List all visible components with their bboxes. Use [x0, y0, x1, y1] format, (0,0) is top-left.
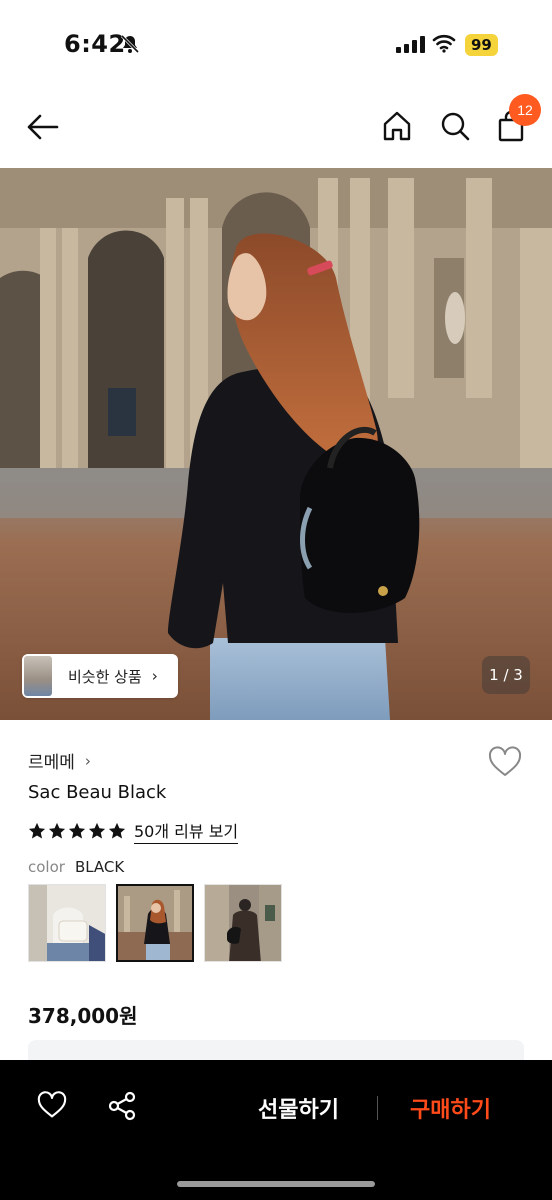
thumbnail-3[interactable] — [204, 884, 282, 962]
image-page-counter: 1 / 3 — [482, 656, 530, 694]
status-time: 6:42 — [64, 30, 126, 58]
view-reviews-link[interactable]: 50개 리뷰 보기 — [134, 818, 239, 844]
similar-products-button[interactable]: 비슷한 상품 › — [22, 654, 178, 698]
cellular-signal-icon — [396, 36, 425, 53]
chevron-right-icon: › — [84, 751, 91, 770]
heart-icon[interactable] — [37, 1091, 67, 1123]
chevron-right-icon: › — [151, 667, 158, 685]
star-icon — [48, 822, 66, 839]
wifi-icon — [432, 33, 456, 57]
color-label: color — [28, 858, 65, 876]
share-icon[interactable] — [108, 1091, 136, 1125]
product-hero-image[interactable] — [0, 168, 552, 720]
brand-name: 르메메 — [28, 753, 75, 773]
home-indicator[interactable] — [177, 1181, 375, 1187]
thumbnail-2-selected[interactable] — [116, 884, 194, 962]
star-icon — [88, 822, 106, 839]
heart-icon[interactable] — [488, 746, 522, 782]
product-page: 6:42 99 12 비슷한 상품 › 1 / 3 르메메 › Sac Beau… — [0, 0, 552, 1200]
bottom-action-bar: 선물하기 구매하기 — [0, 1060, 552, 1200]
gift-button[interactable]: 선물하기 — [258, 1092, 339, 1124]
thumbnail-1[interactable] — [28, 884, 106, 962]
image-thumbnails — [28, 884, 282, 962]
product-price: 378,000원 — [28, 1004, 138, 1028]
bell-off-icon — [120, 34, 140, 58]
rating-stars — [28, 822, 126, 840]
home-icon[interactable] — [382, 110, 412, 146]
star-icon — [108, 822, 126, 839]
search-icon[interactable] — [440, 110, 470, 146]
cart-count-badge: 12 — [509, 94, 541, 126]
similar-products-label: 비슷한 상품 — [68, 667, 142, 686]
divider — [377, 1096, 378, 1120]
star-icon — [28, 822, 46, 839]
top-nav-bar — [0, 92, 552, 168]
similar-products-thumbnail — [24, 656, 52, 696]
rating-row: 50개 리뷰 보기 — [28, 818, 239, 844]
battery-indicator: 99 — [465, 34, 498, 56]
status-bar: 6:42 99 — [0, 0, 552, 92]
back-arrow-icon[interactable] — [26, 112, 60, 146]
brand-link[interactable]: 르메메 › — [28, 748, 91, 774]
color-row: color BLACK — [28, 858, 124, 876]
product-title: Sac Beau Black — [28, 782, 167, 803]
buy-button[interactable]: 구매하기 — [410, 1092, 491, 1124]
color-value: BLACK — [74, 858, 125, 876]
star-icon — [68, 822, 86, 839]
